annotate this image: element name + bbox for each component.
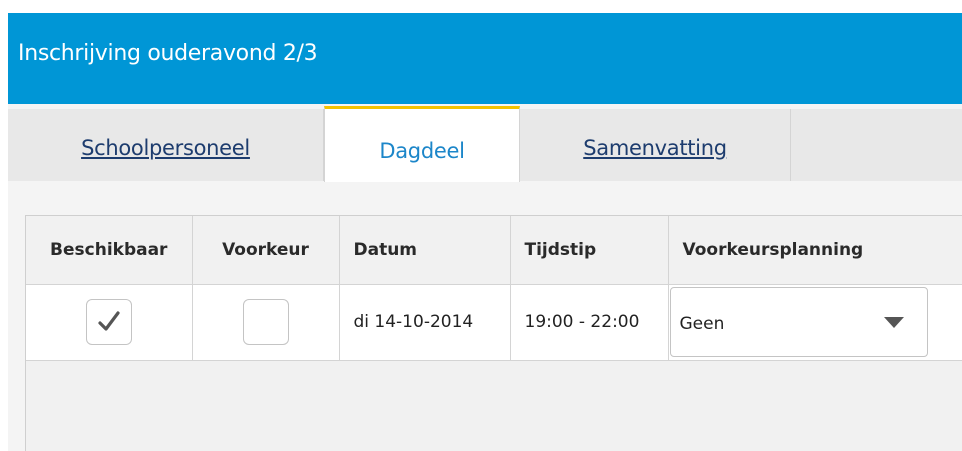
tab-dagdeel[interactable]: Dagdeel xyxy=(324,106,520,183)
page-title: Inschrijving ouderavond 2/3 xyxy=(18,41,318,66)
header-tijdstip: Tijdstip xyxy=(510,216,669,285)
tab-content-dagdeel: Beschikbaar Voorkeur Datum Tijdstip Voor… xyxy=(8,182,962,451)
header-datum: Datum xyxy=(339,216,511,285)
availability-grid: Beschikbaar Voorkeur Datum Tijdstip Voor… xyxy=(25,215,962,451)
tab-samenvatting[interactable]: Samenvatting xyxy=(520,109,791,181)
cell-voorkeursplanning: Geen xyxy=(668,284,962,361)
tab-schoolpersoneel-label[interactable]: Schoolpersoneel xyxy=(81,136,250,160)
caret-down-icon xyxy=(883,317,904,328)
voorkeursplanning-select[interactable]: Geen xyxy=(669,287,928,357)
check-icon xyxy=(98,311,120,331)
cell-beschikbaar xyxy=(26,284,193,361)
header-voorkeur: Voorkeur xyxy=(192,216,340,285)
table-header-row: Beschikbaar Voorkeur Datum Tijdstip Voor… xyxy=(26,216,962,285)
app-frame: Inschrijving ouderavond 2/3 Schoolperson… xyxy=(8,13,962,451)
title-bar: Inschrijving ouderavond 2/3 xyxy=(8,13,962,104)
voorkeursplanning-value: Geen xyxy=(679,314,725,334)
header-beschikbaar: Beschikbaar xyxy=(26,216,193,285)
cell-tijdstip: 19:00 - 22:00 xyxy=(510,284,669,361)
tab-dagdeel-label: Dagdeel xyxy=(379,139,465,163)
beschikbaar-checkbox[interactable] xyxy=(85,299,132,345)
voorkeur-checkbox[interactable] xyxy=(242,299,289,345)
cell-voorkeur xyxy=(192,284,340,361)
table-row: di 14-10-2014 19:00 - 22:00 Geen xyxy=(26,284,962,361)
availability-table: Beschikbaar Voorkeur Datum Tijdstip Voor… xyxy=(26,216,962,361)
tab-bar-filler xyxy=(791,109,962,181)
cell-datum: di 14-10-2014 xyxy=(339,284,511,361)
tab-schoolpersoneel[interactable]: Schoolpersoneel xyxy=(8,109,324,181)
header-voorkeursplanning: Voorkeursplanning xyxy=(668,216,962,285)
tab-samenvatting-label[interactable]: Samenvatting xyxy=(583,136,727,160)
tab-bar: Schoolpersoneel Dagdeel Samenvatting xyxy=(8,104,962,183)
